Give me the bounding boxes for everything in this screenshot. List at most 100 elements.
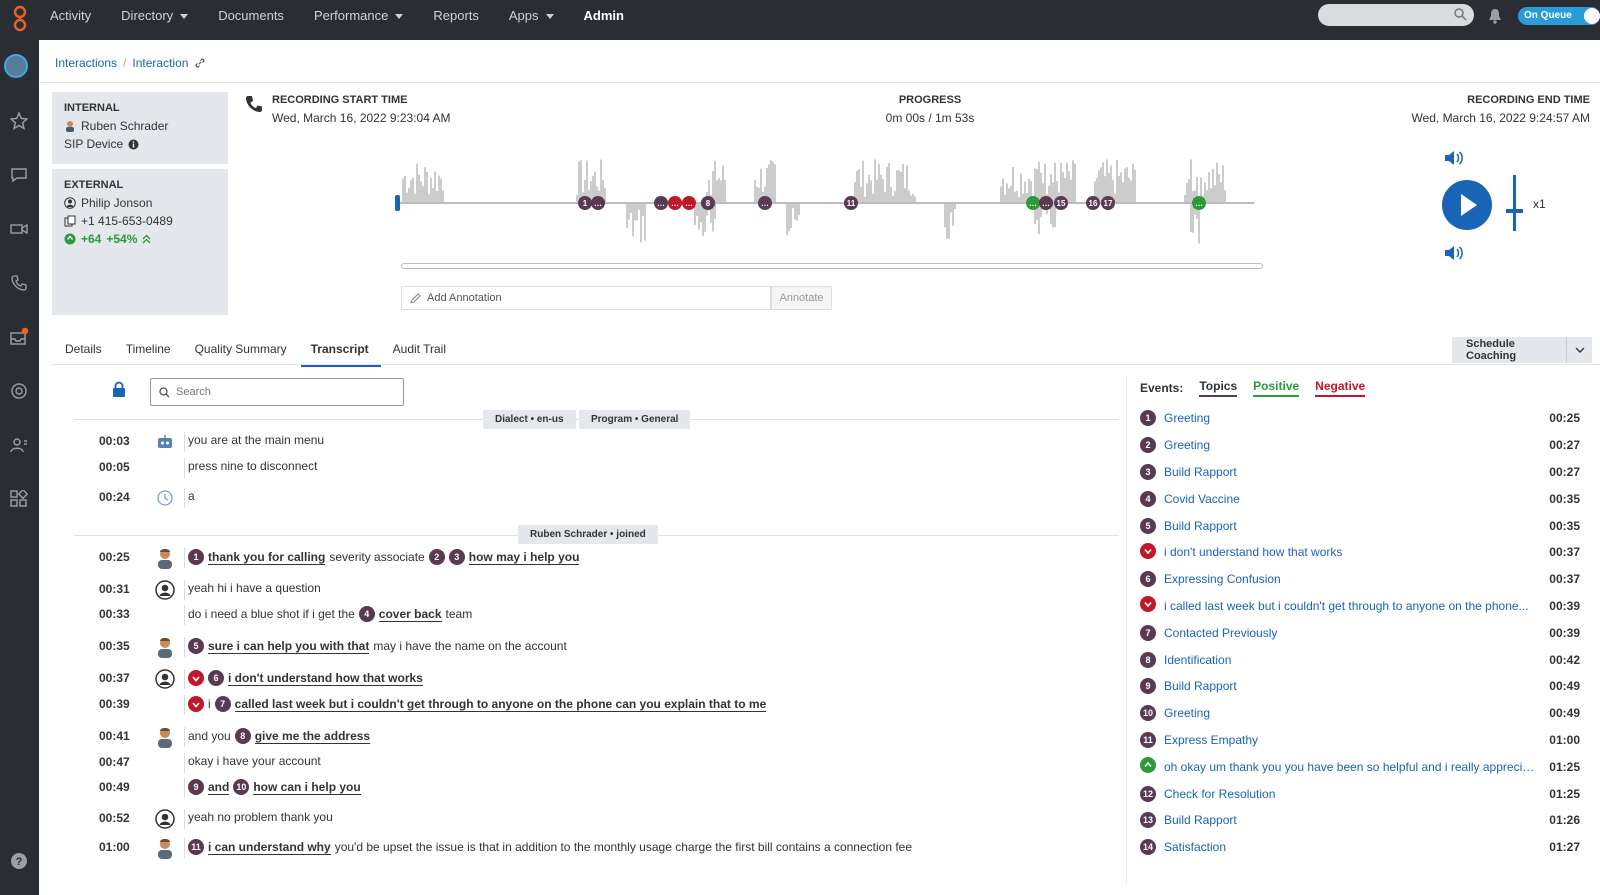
- nav-item-apps[interactable]: Apps: [509, 8, 554, 23]
- nav-item-reports[interactable]: Reports: [433, 8, 479, 23]
- transcript-search-input[interactable]: Search: [150, 378, 404, 406]
- event-row[interactable]: 12 Check for Resolution 01:25: [1140, 780, 1580, 807]
- transcript-timestamp[interactable]: 00:31: [99, 582, 130, 596]
- topic-marker[interactable]: 8: [234, 728, 251, 744]
- waveform-event-marker[interactable]: 17: [1101, 196, 1115, 210]
- tab-timeline[interactable]: Timeline: [116, 334, 183, 367]
- event-label[interactable]: Build Rapport: [1164, 813, 1544, 827]
- waveform-event-marker[interactable]: …: [668, 196, 682, 210]
- waveform-event-marker[interactable]: …: [1039, 196, 1053, 210]
- events-filter-topics[interactable]: Topics: [1199, 379, 1238, 397]
- event-row[interactable]: 4 Covid Vaccine 00:35: [1140, 485, 1580, 512]
- phone-icon[interactable]: [8, 272, 30, 294]
- help-icon[interactable]: ?: [8, 850, 30, 872]
- bell-icon[interactable]: [1488, 8, 1502, 24]
- tab-transcript[interactable]: Transcript: [300, 334, 381, 367]
- transcript-utterance[interactable]: 5 sure i can help you with that may i have…: [188, 638, 567, 654]
- breadcrumb-interactions-link[interactable]: Interactions: [55, 56, 117, 70]
- inbox-icon[interactable]: [8, 326, 30, 348]
- speed-slider-handle[interactable]: [1506, 209, 1523, 213]
- event-row[interactable]: 9 Build Rapport 00:49: [1140, 673, 1580, 700]
- people-icon[interactable]: [8, 434, 30, 456]
- event-label[interactable]: i called last week but i couldn't get th…: [1164, 599, 1544, 613]
- transcript-utterance[interactable]: a: [188, 489, 195, 503]
- nav-item-directory[interactable]: Directory: [121, 8, 189, 23]
- event-row[interactable]: 10 Greeting 00:49: [1140, 700, 1580, 727]
- transcript-utterance[interactable]: you are at the main menu: [188, 433, 324, 447]
- transcript-utterance[interactable]: 9 and 10 how can i help you: [188, 779, 361, 795]
- transcript-timestamp[interactable]: 00:25: [99, 550, 130, 564]
- event-row[interactable]: 1 Greeting 00:25: [1140, 405, 1580, 432]
- topic-marker[interactable]: 6: [208, 670, 224, 686]
- event-row[interactable]: 7 Contacted Previously 00:39: [1140, 619, 1580, 646]
- events-filter-negative[interactable]: Negative: [1315, 379, 1366, 397]
- transcript-timestamp[interactable]: 00:24: [99, 490, 130, 504]
- nav-item-activity[interactable]: Activity: [50, 8, 91, 23]
- chat-icon[interactable]: [8, 164, 30, 186]
- playhead[interactable]: [395, 195, 400, 211]
- event-row[interactable]: i don't understand how that works 00:37: [1140, 539, 1580, 566]
- event-label[interactable]: Identification: [1164, 653, 1544, 667]
- waveform-event-marker[interactable]: …: [1026, 196, 1040, 210]
- copy-phone-icon[interactable]: [64, 215, 76, 227]
- event-row[interactable]: 8 Identification 00:42: [1140, 646, 1580, 673]
- transcript-timestamp[interactable]: 00:49: [99, 780, 130, 794]
- topic-marker[interactable]: 10: [233, 779, 250, 795]
- event-row[interactable]: 11 Express Empathy 01:00: [1140, 727, 1580, 754]
- lock-icon[interactable]: [112, 381, 126, 398]
- event-label[interactable]: Greeting: [1164, 706, 1544, 720]
- apps-icon[interactable]: [8, 488, 30, 510]
- speed-slider[interactable]: [1513, 175, 1516, 231]
- event-label[interactable]: Expressing Confusion: [1164, 572, 1544, 586]
- topic-marker[interactable]: 5: [188, 638, 204, 654]
- waveform-event-marker[interactable]: …: [654, 196, 668, 210]
- transcript-utterance[interactable]: 6i don't understand how that works: [188, 670, 423, 686]
- breadcrumb-interaction-link[interactable]: Interaction: [132, 56, 188, 70]
- transcript-utterance[interactable]: okay i have your account: [188, 754, 321, 768]
- topic-marker[interactable]: 1: [188, 549, 204, 565]
- event-row[interactable]: 5 Build Rapport 00:35: [1140, 512, 1580, 539]
- event-row[interactable]: 2 Greeting 00:27: [1140, 432, 1580, 459]
- event-label[interactable]: Satisfaction: [1164, 840, 1544, 854]
- topic-marker[interactable]: 7: [214, 696, 231, 712]
- topic-marker[interactable]: 11: [188, 839, 204, 855]
- event-label[interactable]: Build Rapport: [1164, 465, 1544, 479]
- waveform-event-marker[interactable]: …: [1192, 196, 1206, 210]
- transcript-timestamp[interactable]: 00:03: [99, 434, 130, 448]
- topic-marker[interactable]: 4: [358, 606, 375, 622]
- nav-item-performance[interactable]: Performance: [314, 8, 404, 23]
- event-row[interactable]: oh okay um thank you you have been so he…: [1140, 753, 1580, 780]
- transcript-timestamp[interactable]: 00:39: [99, 697, 130, 711]
- play-button[interactable]: [1442, 180, 1492, 230]
- transcript-utterance[interactable]: i 7 called last week but i couldn't get th…: [188, 696, 767, 712]
- transcript-utterance[interactable]: yeah hi i have a question: [188, 581, 321, 595]
- transcript-timestamp[interactable]: 00:35: [99, 639, 130, 653]
- event-row[interactable]: 14 Satisfaction 01:27: [1140, 834, 1580, 861]
- audio-waveform[interactable]: 1………… 8… 11…… 15 16 17…: [395, 155, 1265, 255]
- chevron-down-icon[interactable]: [1566, 337, 1592, 363]
- add-annotation-input[interactable]: Add Annotation: [401, 286, 771, 310]
- waveform-event-marker[interactable]: 1: [578, 196, 592, 210]
- video-icon[interactable]: [8, 218, 30, 240]
- event-label[interactable]: Greeting: [1164, 438, 1544, 452]
- event-label[interactable]: Greeting: [1164, 411, 1544, 425]
- transcript-timestamp[interactable]: 00:37: [99, 671, 130, 685]
- volume-up-icon[interactable]: [1444, 150, 1464, 166]
- tab-details[interactable]: Details: [55, 334, 114, 367]
- nav-item-admin[interactable]: Admin: [584, 8, 624, 23]
- event-label[interactable]: Build Rapport: [1164, 679, 1544, 693]
- waveform-event-marker[interactable]: 15: [1054, 196, 1068, 210]
- event-label[interactable]: Build Rapport: [1164, 519, 1544, 533]
- event-label[interactable]: Check for Resolution: [1164, 787, 1544, 801]
- waveform-event-marker[interactable]: …: [591, 196, 605, 210]
- event-label[interactable]: i don't understand how that works: [1164, 545, 1544, 559]
- global-search-input[interactable]: [1318, 4, 1474, 26]
- topic-marker[interactable]: 2: [428, 549, 445, 565]
- annotate-button[interactable]: Annotate: [771, 286, 832, 310]
- transcript-timestamp[interactable]: 01:00: [99, 840, 130, 854]
- event-label[interactable]: oh okay um thank you you have been so he…: [1164, 760, 1544, 774]
- transcript-utterance[interactable]: 1 thank you for calling severity associate…: [188, 549, 580, 565]
- waveform-event-marker[interactable]: 16: [1086, 196, 1100, 210]
- volume-down-icon[interactable]: [1444, 245, 1464, 261]
- waveform-event-marker[interactable]: 8: [701, 196, 715, 210]
